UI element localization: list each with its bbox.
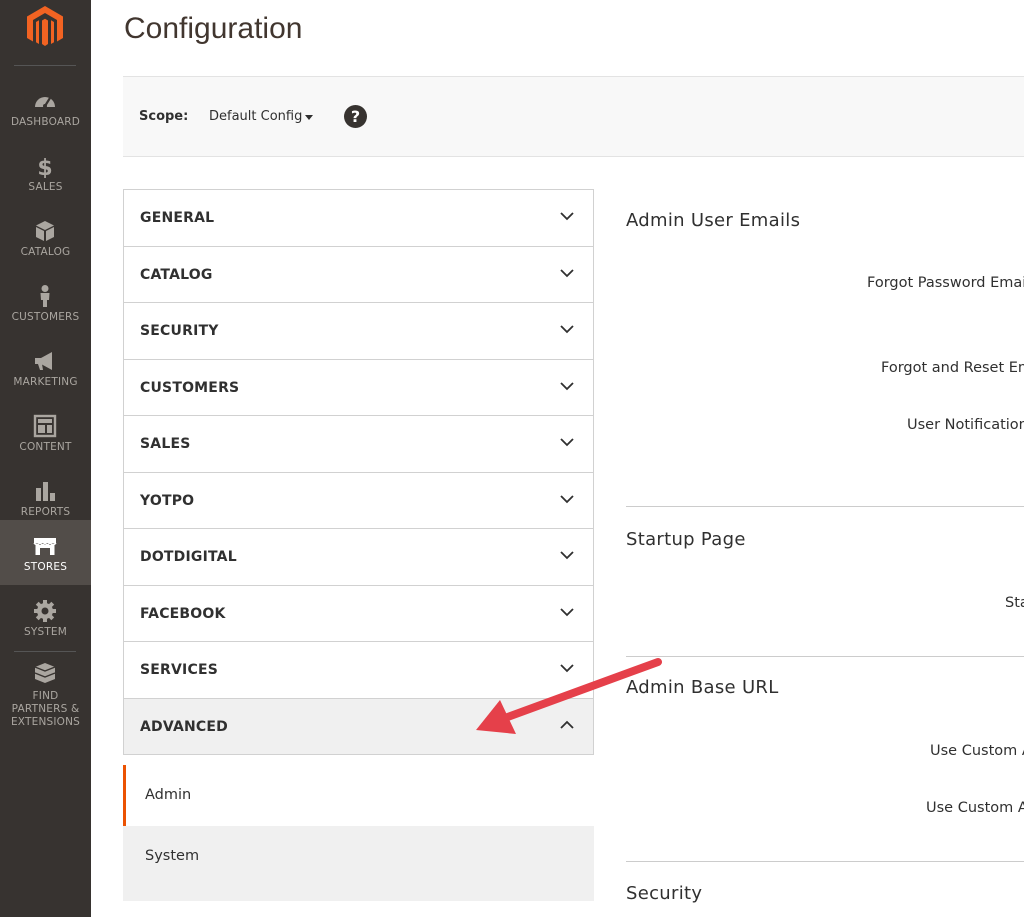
nav-customers[interactable]: CUSTOMERS: [0, 270, 91, 335]
section-title-startup-page[interactable]: Startup Page: [626, 529, 746, 550]
tab-label: YOTPO: [140, 492, 195, 509]
magento-logo[interactable]: [25, 4, 65, 50]
tab-label: CATALOG: [140, 266, 213, 283]
bar-chart-icon: [36, 482, 55, 501]
logo-divider: [14, 65, 76, 66]
tab-label: SERVICES: [140, 662, 218, 678]
nav-label: REPORTS: [20, 506, 71, 518]
nav-label: MARKETING: [13, 376, 78, 388]
section-title-security[interactable]: Security: [626, 883, 702, 904]
tab-yotpo[interactable]: YOTPO: [124, 472, 593, 529]
dashboard-icon: [35, 97, 55, 108]
svg-text:$: $: [37, 156, 52, 178]
nav-find-partners[interactable]: FIND PARTNERS & EXTENSIONS: [0, 655, 91, 728]
blocks-icon: [34, 663, 56, 683]
tab-label: FACEBOOK: [140, 605, 226, 622]
chevron-down-icon: [560, 438, 574, 447]
section-divider: [626, 656, 1024, 657]
tab-sales[interactable]: SALES: [124, 416, 593, 473]
advanced-subitems: Admin System: [123, 765, 594, 901]
tab-label: GENERAL: [140, 210, 215, 226]
tab-label: ADVANCED: [140, 718, 228, 735]
nav-label: SYSTEM: [23, 626, 68, 638]
tab-customers[interactable]: CUSTOMERS: [124, 359, 593, 416]
subitem-label: Admin: [145, 787, 192, 803]
scope-switcher[interactable]: Default Config: [209, 109, 302, 124]
person-icon: [40, 285, 50, 307]
chevron-down-icon: [560, 607, 574, 616]
gear-icon: [34, 600, 56, 622]
nav-label: SALES: [28, 181, 63, 193]
chevron-down-icon: [560, 494, 574, 503]
storefront-icon: [33, 538, 57, 555]
chevron-down-icon: [560, 325, 574, 334]
nav-label: DASHBOARD: [10, 116, 81, 128]
chevron-down-icon: [560, 212, 574, 221]
chevron-down-icon: [560, 268, 574, 277]
nav-content[interactable]: CONTENT: [0, 400, 91, 465]
field-label: Forgot Password Emai: [867, 275, 1024, 291]
subitem-admin[interactable]: Admin: [123, 765, 594, 826]
tab-general[interactable]: GENERAL: [124, 190, 593, 247]
field-label: User Notification: [907, 417, 1024, 433]
subitem-label: System: [145, 848, 200, 864]
section-title-admin-user-emails[interactable]: Admin User Emails: [626, 210, 800, 231]
nav-label: FIND PARTNERS & EXTENSIONS: [10, 690, 81, 728]
tab-security[interactable]: SECURITY: [124, 303, 593, 360]
box-icon: [36, 221, 54, 241]
tab-label: DOTDIGITAL: [140, 549, 237, 565]
tab-label: SECURITY: [140, 323, 219, 339]
megaphone-icon: [35, 352, 52, 370]
tab-label: SALES: [140, 436, 191, 452]
nav-stores[interactable]: STORES: [0, 520, 91, 585]
subitem-system[interactable]: System: [123, 826, 594, 887]
chevron-down-icon: [560, 551, 574, 560]
nav-label: CONTENT: [19, 441, 72, 453]
nav-dashboard[interactable]: DASHBOARD: [0, 75, 91, 140]
nav-marketing[interactable]: MARKETING: [0, 335, 91, 400]
nav-label: STORES: [23, 561, 68, 573]
question-icon[interactable]: ?: [344, 105, 367, 128]
nav-label: CATALOG: [20, 246, 71, 258]
scope-bar: Scope: Default Config ?: [123, 76, 1024, 157]
field-label: Use Custom A: [930, 743, 1024, 759]
layout-icon: [33, 414, 57, 438]
nav-divider: [14, 651, 76, 652]
nav-label: CUSTOMERS: [11, 311, 80, 323]
admin-sidebar: DASHBOARD $ SALES CATALOG CUSTOMERS MARK…: [0, 0, 91, 917]
field-label: Use Custom A: [926, 800, 1024, 816]
nav-sales[interactable]: $ SALES: [0, 140, 91, 205]
tab-facebook[interactable]: FACEBOOK: [124, 585, 593, 642]
section-divider: [626, 506, 1024, 507]
tab-dotdigital[interactable]: DOTDIGITAL: [124, 529, 593, 586]
nav-catalog[interactable]: CATALOG: [0, 205, 91, 270]
section-divider: [626, 861, 1024, 862]
tab-label: CUSTOMERS: [140, 379, 240, 396]
nav-system[interactable]: SYSTEM: [0, 585, 91, 650]
field-label: Sta: [1005, 595, 1024, 611]
tab-catalog[interactable]: CATALOG: [124, 246, 593, 303]
dollar-icon: $: [37, 156, 52, 178]
annotation-arrow: [476, 658, 662, 734]
chevron-down-icon: [560, 381, 574, 390]
page-title: Configuration: [124, 12, 303, 45]
field-label: Forgot and Reset Em: [881, 360, 1024, 376]
chevron-down-icon[interactable]: [305, 115, 313, 120]
scope-label: Scope:: [139, 109, 189, 124]
